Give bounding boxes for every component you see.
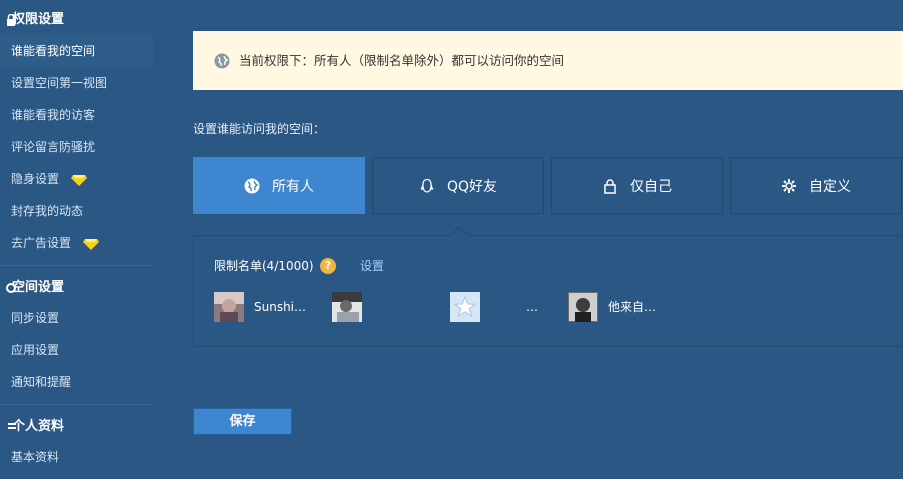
sidebar-divider bbox=[0, 404, 153, 405]
tab-custom[interactable]: 自定义 bbox=[730, 157, 902, 214]
member-avatar[interactable] bbox=[568, 292, 598, 322]
sidebar-item-sync[interactable]: 同步设置 bbox=[0, 303, 153, 333]
tab-everyone[interactable]: 所有人 bbox=[193, 157, 365, 214]
sidebar-item-first-view[interactable]: 设置空间第一视图 bbox=[0, 68, 153, 98]
user-icon bbox=[8, 423, 16, 429]
panel-pointer bbox=[450, 226, 468, 236]
gear-icon bbox=[782, 178, 796, 193]
member-avatar[interactable] bbox=[332, 292, 362, 322]
lock-icon bbox=[604, 178, 616, 194]
sidebar-item-stealth[interactable]: 隐身设置 bbox=[0, 164, 153, 194]
sidebar-item-archive-feed[interactable]: 封存我的动态 bbox=[0, 196, 153, 226]
member-name: … bbox=[526, 300, 538, 314]
restriction-panel bbox=[193, 235, 903, 347]
globe-icon bbox=[214, 53, 230, 69]
save-button[interactable]: 保存 bbox=[193, 408, 292, 435]
sidebar-item-visitors[interactable]: 谁能看我的访客 bbox=[0, 100, 153, 130]
member-name: Sunshi… bbox=[254, 300, 307, 314]
gear-icon bbox=[6, 283, 16, 293]
lock-icon bbox=[7, 14, 15, 26]
member-avatar[interactable] bbox=[214, 292, 244, 322]
globe-icon bbox=[244, 178, 260, 193]
section-title-space-settings: 空间设置 bbox=[6, 279, 64, 297]
sidebar-item-apps[interactable]: 应用设置 bbox=[0, 335, 153, 365]
star-avatar[interactable] bbox=[450, 292, 480, 322]
sidebar-item-comment-protection[interactable]: 评论留言防骚扰 bbox=[0, 132, 153, 162]
sidebar-divider bbox=[0, 265, 153, 266]
sidebar: 权限设置 谁能看我的空间 设置空间第一视图 谁能看我的访客 评论留言防骚扰 隐身… bbox=[0, 0, 153, 479]
sidebar-item-notifications[interactable]: 通知和提醒 bbox=[0, 367, 153, 397]
sidebar-item-remove-ads[interactable]: 去广告设置 bbox=[0, 228, 153, 258]
restrict-settings-link[interactable]: 设置 bbox=[360, 257, 384, 275]
qq-icon bbox=[420, 178, 434, 193]
sidebar-item-basic-info[interactable]: 基本资料 bbox=[0, 442, 153, 472]
member-name: 他来自… bbox=[608, 300, 657, 314]
sidebar-item-who-can-see[interactable]: 谁能看我的空间 bbox=[0, 35, 153, 67]
tab-qq-friends[interactable]: QQ好友 bbox=[372, 157, 544, 214]
diamond-icon bbox=[70, 174, 87, 186]
notice-bar: 当前权限下：所有人（限制名单除外）都可以访问你的空间 bbox=[193, 31, 903, 90]
access-setting-label: 设置谁能访问我的空间： bbox=[193, 122, 326, 136]
section-title-permissions: 权限设置 bbox=[7, 11, 64, 29]
section-title-profile: 个人资料 bbox=[8, 418, 64, 436]
diamond-icon bbox=[82, 238, 99, 250]
restrict-list-label: 限制名单(4/1000) bbox=[214, 259, 314, 273]
tab-only-me[interactable]: 仅自己 bbox=[551, 157, 723, 214]
help-icon[interactable]: ? bbox=[320, 258, 336, 274]
